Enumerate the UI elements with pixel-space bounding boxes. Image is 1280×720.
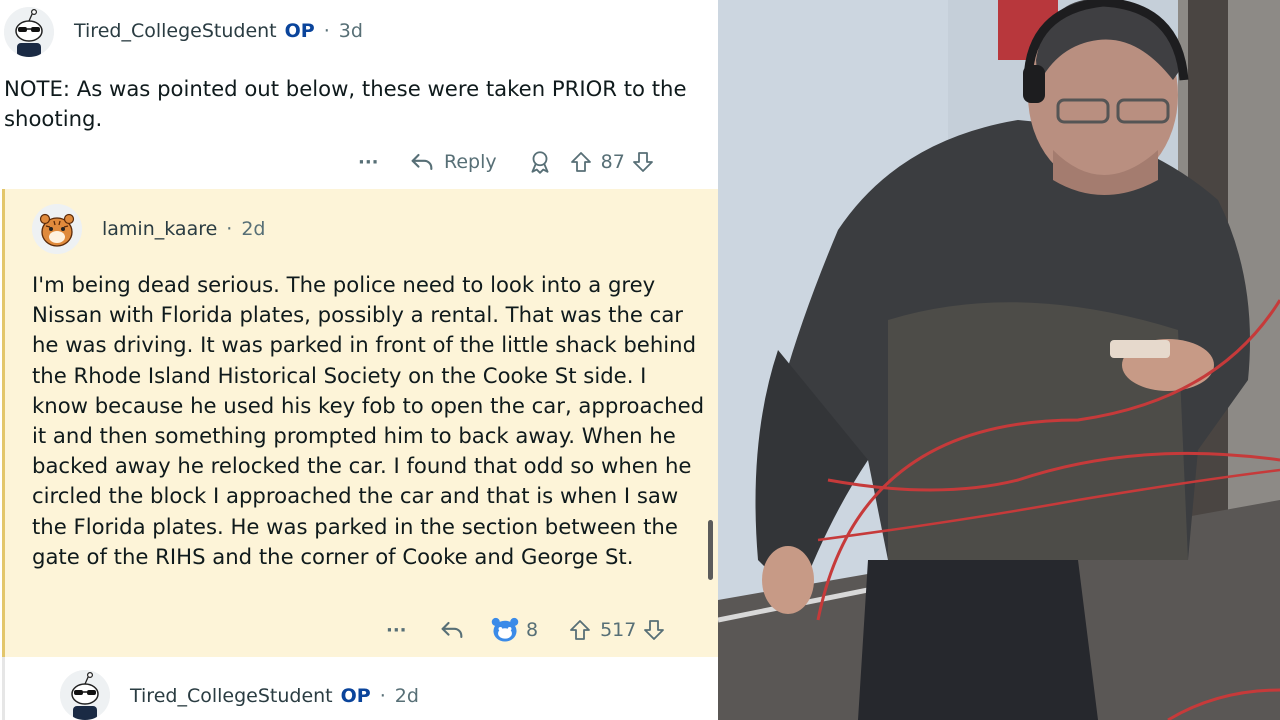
- award-button[interactable]: 8: [490, 616, 538, 644]
- reply-arrow-icon: [411, 153, 433, 171]
- comment-meta: lamin_kaare · 2d: [102, 218, 266, 240]
- username[interactable]: Tired_CollegeStudent: [130, 685, 333, 707]
- upvote-arrow-icon: [570, 152, 591, 172]
- comment-body: I'm being dead serious. The police need …: [32, 272, 705, 569]
- username[interactable]: Tired_CollegeStudent: [74, 20, 277, 42]
- comment-age: 3d: [338, 20, 363, 42]
- surveillance-photo: [718, 0, 1280, 720]
- snoo-sunglasses-avatar[interactable]: [60, 670, 110, 720]
- award-icon: [531, 151, 549, 174]
- scrollbar-thumb[interactable]: [708, 520, 713, 580]
- reply-arrow-icon: [441, 621, 463, 639]
- award-icon: [491, 617, 519, 642]
- downvote-button[interactable]: [631, 149, 655, 175]
- comment-meta: Tired_CollegeStudent OP · 2d: [130, 685, 419, 707]
- username[interactable]: lamin_kaare: [102, 218, 217, 240]
- upvote-arrow-icon: [570, 620, 590, 640]
- comment-thread: Tired_CollegeStudent OP · 3d NOTE: As wa…: [0, 0, 718, 720]
- separator: ·: [323, 20, 330, 42]
- comment-body: NOTE: As was pointed out below, these we…: [4, 76, 687, 132]
- vote-count: 87: [600, 151, 625, 173]
- more-options-button[interactable]: ···: [358, 152, 386, 173]
- op-badge: OP: [284, 20, 315, 42]
- separator: ·: [379, 685, 386, 707]
- thread-line[interactable]: [2, 657, 5, 720]
- reply-button[interactable]: [438, 616, 466, 644]
- upvote-button[interactable]: [568, 617, 592, 643]
- award-count: 8: [526, 619, 539, 641]
- award-button[interactable]: [527, 149, 553, 175]
- snoo-sunglasses-avatar[interactable]: [4, 7, 54, 57]
- reply-label: Reply: [444, 151, 497, 173]
- comment-age: 2d: [394, 685, 419, 707]
- more-options-button[interactable]: ···: [386, 620, 414, 641]
- vote-count: 517: [600, 619, 637, 641]
- op-badge: OP: [340, 685, 371, 707]
- comment-actions: ··· Reply 87: [358, 146, 655, 178]
- comment-age: 2d: [241, 218, 266, 240]
- upvote-button[interactable]: [569, 149, 593, 175]
- downvote-arrow-icon: [644, 620, 665, 640]
- comment-actions: ··· 8 517: [386, 614, 666, 646]
- snoo-tiger-avatar[interactable]: [32, 204, 82, 254]
- comment-meta: Tired_CollegeStudent OP · 3d: [74, 20, 363, 42]
- downvote-button[interactable]: [642, 617, 666, 643]
- separator: ·: [226, 218, 233, 240]
- downvote-arrow-icon: [632, 152, 653, 172]
- reply-button[interactable]: Reply: [408, 148, 497, 176]
